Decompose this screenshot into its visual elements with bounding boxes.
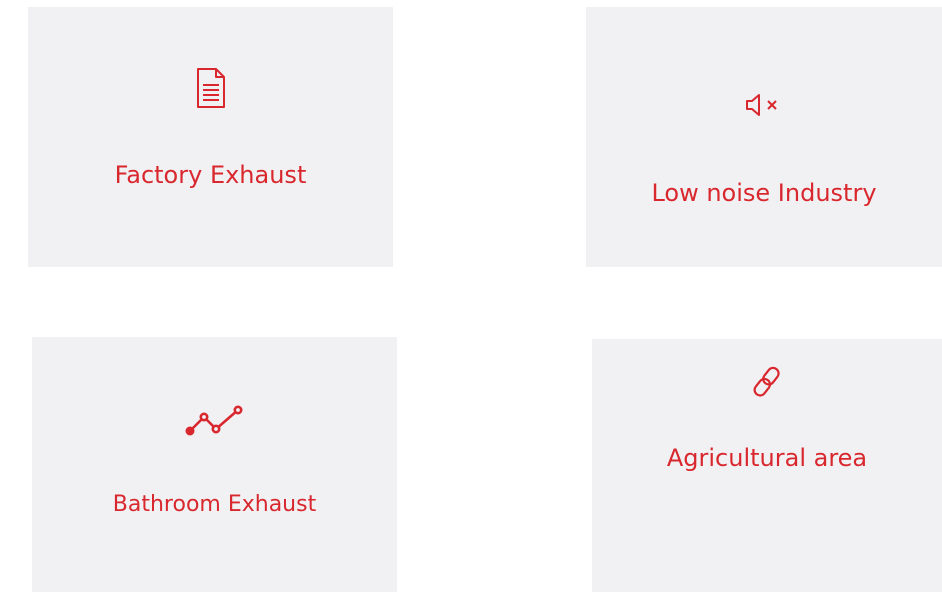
document-icon (28, 67, 393, 109)
card-factory-exhaust[interactable]: Factory Exhaust (28, 7, 393, 267)
card-label: Agricultural area (666, 444, 868, 472)
card-bathroom-exhaust[interactable]: Bathroom Exhaust (32, 337, 397, 592)
card-label: Factory Exhaust (114, 161, 307, 189)
card-label: Low noise Industry (651, 179, 877, 207)
line-chart-icon (32, 403, 397, 439)
volume-mute-icon (586, 93, 942, 117)
card-agricultural-area[interactable]: Agricultural area (592, 339, 942, 592)
card-low-noise-industry[interactable]: Low noise Industry (586, 7, 942, 267)
card-label: Bathroom Exhaust (112, 492, 317, 517)
link-icon (592, 364, 942, 400)
